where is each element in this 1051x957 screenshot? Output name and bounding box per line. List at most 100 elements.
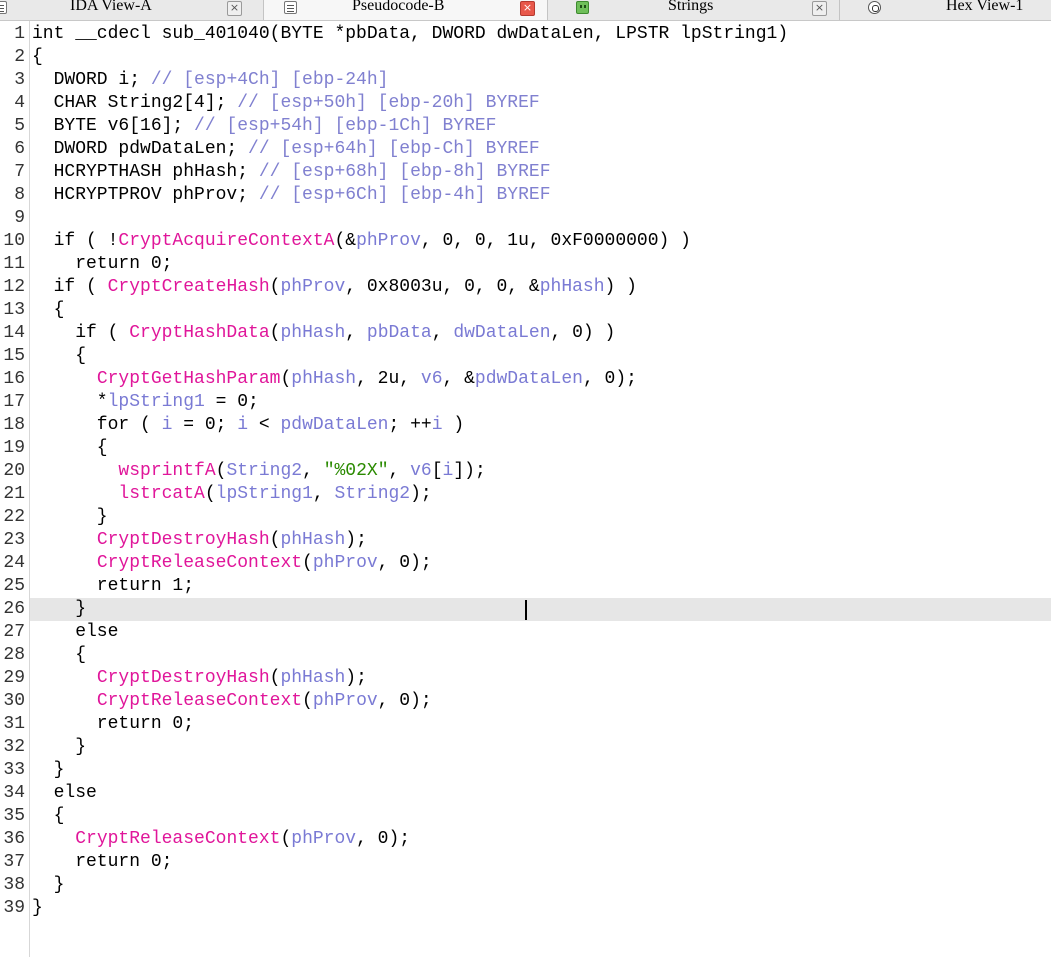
function-name[interactable]: CryptReleaseContext (97, 691, 302, 711)
code-content[interactable]: } (32, 598, 86, 621)
pseudocode-editor[interactable]: 1 int __cdecl sub_401040(BYTE *pbData, DW… (0, 21, 1051, 957)
code-content[interactable]: if ( CryptCreateHash(phProv, 0x8003u, 0,… (32, 276, 637, 299)
variable-name[interactable]: pdwDataLen (280, 415, 388, 435)
code-content[interactable]: } (32, 759, 65, 782)
tab-bar: IDA View-A × Pseudocode-B × Strings × He… (0, 0, 1051, 21)
code-content[interactable]: CryptReleaseContext(phProv, 0); (32, 828, 410, 851)
code-content[interactable]: return 0; (32, 713, 194, 736)
variable-name[interactable]: i (162, 415, 173, 435)
code-content[interactable]: CryptGetHashParam(phHash, 2u, v6, &pdwDa… (32, 368, 637, 391)
close-icon[interactable]: × (227, 1, 242, 16)
variable-name[interactable]: i (237, 415, 248, 435)
variable-name[interactable]: phHash (280, 668, 345, 688)
variable-name[interactable]: String2 (226, 461, 302, 481)
code-content[interactable]: CryptDestroyHash(phHash); (32, 667, 367, 690)
variable-name[interactable]: pbData (367, 323, 432, 343)
variable-name[interactable]: String2 (334, 484, 410, 504)
code-content[interactable]: int __cdecl sub_401040(BYTE *pbData, DWO… (32, 23, 788, 46)
line-number: 4 (14, 93, 25, 113)
code-content[interactable]: CryptDestroyHash(phHash); (32, 529, 367, 552)
line-number: 19 (3, 438, 25, 458)
function-name[interactable]: CryptCreateHash (108, 277, 270, 297)
code-text: if ( (32, 277, 108, 297)
tab-hex-view-1[interactable]: Hex View-1 (840, 0, 1051, 20)
code-content[interactable]: for ( i = 0; i < pdwDataLen; ++i ) (32, 414, 464, 437)
variable-name[interactable]: phHash (280, 323, 345, 343)
variable-name[interactable]: pdwDataLen (475, 369, 583, 389)
code-content[interactable]: else (32, 782, 97, 805)
variable-name[interactable]: i (432, 415, 443, 435)
code-content[interactable]: { (32, 644, 86, 667)
code-content[interactable]: *lpString1 = 0; (32, 391, 259, 414)
variable-name[interactable]: phHash (540, 277, 605, 297)
variable-name[interactable]: phProv (356, 231, 421, 251)
variable-name[interactable]: phProv (313, 691, 378, 711)
variable-name[interactable]: phProv (291, 829, 356, 849)
tab-strings[interactable]: Strings × (548, 0, 840, 20)
code-content[interactable]: BYTE v6[16]; // [esp+54h] [ebp-1Ch] BYRE… (32, 115, 497, 138)
code-text: DWORD pdwDataLen; (32, 139, 249, 159)
variable-name[interactable]: v6 (421, 369, 443, 389)
code-content[interactable]: CryptReleaseContext(phProv, 0); (32, 690, 432, 713)
variable-name[interactable]: v6 (410, 461, 432, 481)
code-content[interactable]: else (32, 621, 118, 644)
code-content[interactable]: } (32, 874, 65, 897)
code-content[interactable]: return 0; (32, 253, 172, 276)
code-content[interactable]: CryptReleaseContext(phProv, 0); (32, 552, 432, 575)
variable-name[interactable]: phHash (280, 530, 345, 550)
function-name[interactable]: CryptGetHashParam (97, 369, 281, 389)
variable-name[interactable]: dwDataLen (453, 323, 550, 343)
variable-name[interactable]: phProv (313, 553, 378, 573)
code-content[interactable]: HCRYPTHASH phHash; // [esp+68h] [ebp-8h]… (32, 161, 551, 184)
code-content[interactable]: DWORD i; // [esp+4Ch] [ebp-24h] (32, 69, 389, 92)
code-content[interactable]: DWORD pdwDataLen; // [esp+64h] [ebp-Ch] … (32, 138, 540, 161)
code-text: return 1; (32, 576, 195, 596)
code-content[interactable]: } (32, 897, 43, 920)
code-text: ( (280, 369, 292, 389)
function-name[interactable]: CryptReleaseContext (97, 553, 302, 573)
code-content[interactable]: return 0; (32, 851, 172, 874)
function-name[interactable]: CryptDestroyHash (97, 668, 270, 688)
tab-pseudocode-b[interactable]: Pseudocode-B × (264, 0, 548, 20)
function-name[interactable]: lstrcatA (118, 484, 204, 504)
function-name[interactable]: CryptAcquireContextA (118, 231, 334, 251)
tab-label: IDA View-A (70, 0, 152, 14)
code-content[interactable]: } (32, 736, 86, 759)
function-name[interactable]: CryptDestroyHash (97, 530, 270, 550)
line-number: 11 (3, 254, 25, 274)
close-icon[interactable]: × (812, 1, 827, 16)
variable-name[interactable]: i (443, 461, 454, 481)
variable-name[interactable]: lpString1 (216, 484, 313, 504)
function-name[interactable]: CryptReleaseContext (75, 829, 280, 849)
code-content[interactable]: if ( !CryptAcquireContextA(&phProv, 0, 0… (32, 230, 691, 253)
code-content[interactable]: { (32, 805, 65, 828)
code-content[interactable]: if ( CryptHashData(phHash, pbData, dwDat… (32, 322, 615, 345)
code-text: , 0); (582, 369, 637, 389)
code-text: HCRYPTPROV phProv; (32, 185, 259, 205)
code-content[interactable]: { (32, 46, 43, 69)
code-content[interactable]: { (32, 437, 108, 460)
variable-name[interactable]: phProv (280, 277, 345, 297)
function-name[interactable]: wsprintfA (118, 461, 215, 481)
code-content[interactable]: wsprintfA(String2, "%02X", v6[i]); (32, 460, 485, 483)
code-content[interactable]: return 1; (32, 575, 194, 598)
line-number: 6 (14, 139, 25, 159)
pseudocode-icon (284, 1, 297, 14)
code-content[interactable]: HCRYPTPROV phProv; // [esp+6Ch] [ebp-4h]… (32, 184, 551, 207)
code-content[interactable]: CHAR String2[4]; // [esp+50h] [ebp-20h] … (32, 92, 540, 115)
variable-name[interactable]: phHash (291, 369, 356, 389)
close-icon[interactable]: × (520, 1, 535, 16)
code-text: { (32, 346, 87, 366)
disassembly-icon (0, 1, 7, 14)
code-content[interactable]: } (32, 506, 108, 529)
line-number: 17 (3, 392, 25, 412)
code-text: , 2u, (356, 369, 421, 389)
code-text: ( (204, 484, 216, 504)
code-content[interactable]: lstrcatA(lpString1, String2); (32, 483, 431, 506)
variable-name[interactable]: lpString1 (108, 392, 205, 412)
code-content[interactable]: { (32, 345, 86, 368)
code-content[interactable]: { (32, 299, 65, 322)
tab-ida-view-a[interactable]: IDA View-A × (0, 0, 264, 20)
function-name[interactable]: CryptHashData (129, 323, 269, 343)
